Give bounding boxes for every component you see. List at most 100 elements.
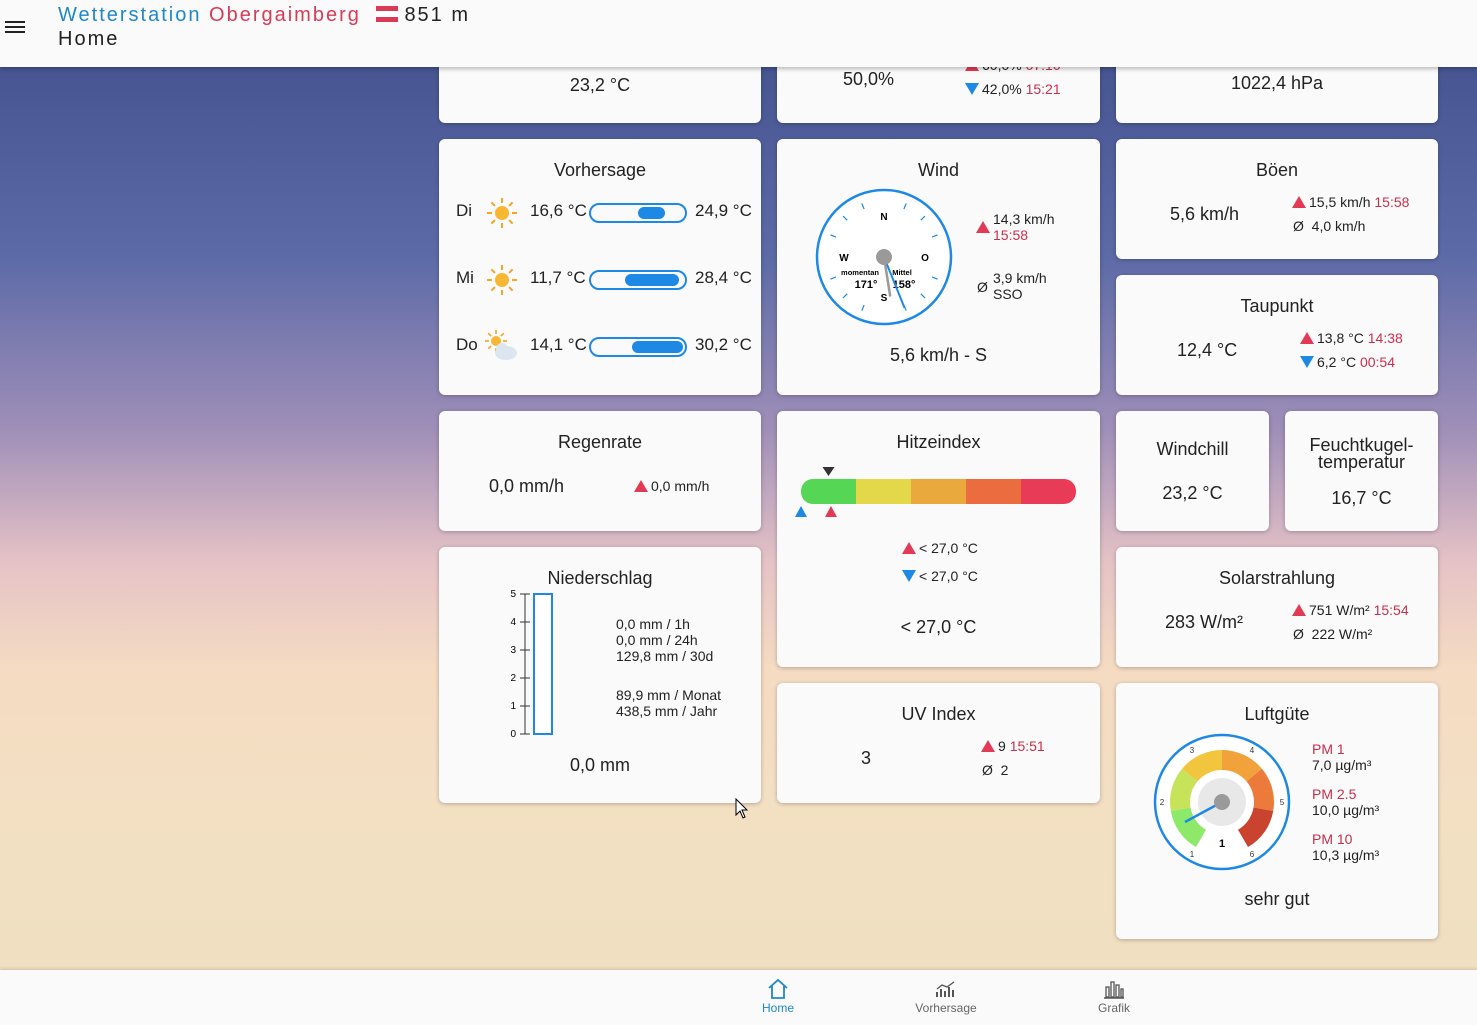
forecast-range-bar (589, 337, 687, 357)
pm1-label: PM 1 (1312, 741, 1345, 757)
forecast-max: 24,9 °C (695, 201, 752, 220)
humidity-min: 42,0% 15:21 (965, 81, 1061, 97)
forecast-row: Mi 11,7 °C 28,4 °C (439, 260, 761, 300)
forecast-card[interactable]: Vorhersage Di 16,6 °C 24,9 °C Mi 11,7 °C 28,4… (439, 139, 761, 395)
precipitation-gauge: 5 4 3 2 1 0 (510, 589, 553, 740)
dewpoint-card[interactable]: Taupunkt 12,4 °C 13,8 °C 14:38 6,2 °C 00… (1116, 275, 1438, 395)
airquality-title: Luftgüte (1244, 704, 1310, 724)
forecast-min: 11,7 °C (530, 268, 586, 287)
precip-stats: 0,0 mm / 1h 0,0 mm / 24h 129,8 mm / 30d … (616, 616, 721, 719)
home-icon (768, 978, 788, 999)
aq-gauge-tick: 1 (1190, 850, 1195, 859)
label-current: momentan (841, 268, 879, 277)
nav-charts[interactable]: Grafik (1069, 978, 1159, 1015)
gusts-title: Böen (1255, 160, 1299, 180)
uv-card[interactable]: UV Index 3 9 15:51 Ø 2 (777, 683, 1100, 803)
gusts-avg: Ø 4,0 km/h (1293, 218, 1366, 234)
windchill-card[interactable]: Windchill 23,2 °C (1116, 411, 1269, 531)
pm25-value: 10,0 µg/m³ (1312, 802, 1380, 818)
menu-icon[interactable] (5, 18, 25, 34)
forecast-range-fill (624, 274, 679, 286)
aq-gauge-tick: 4 (1250, 746, 1255, 755)
nav-forecast[interactable]: Vorhersage (901, 978, 991, 1015)
temperature-value: 23,2 °C (569, 75, 631, 95)
forecast-chart-icon (936, 981, 955, 997)
dewpoint-max: 13,8 °C 14:38 (1300, 330, 1403, 346)
airquality-gauge-value: 1 (1219, 838, 1225, 850)
title-part-1: Wetterstation (58, 4, 202, 26)
compass-s: S (881, 293, 888, 304)
nav-home[interactable]: Home (733, 978, 823, 1015)
bottom-navigation: Home Vorhersage Grafik (0, 970, 1477, 1025)
uv-avg: Ø 2 (982, 762, 1009, 778)
forecast-day: Di (456, 201, 473, 220)
pm10-value: 10,3 µg/m³ (1312, 847, 1380, 863)
wind-avg: Ø 3,9 km/h SSO (977, 270, 1047, 302)
station-title: Wetterstation Obergaimberg 851 m (58, 4, 470, 27)
precip-year: 438,5 mm / Jahr (616, 703, 718, 719)
sun-icon (484, 262, 520, 298)
precipitation-card[interactable]: Niederschlag 5 4 3 2 1 0 0,0 mm / 1h 0,0 mm /… (439, 547, 761, 803)
precip-axis-tick: 4 (510, 617, 516, 628)
gusts-max: 15,5 km/h 15:58 (1292, 194, 1409, 210)
wetbulb-value: 16,7 °C (1331, 488, 1392, 508)
app-bar: Wetterstation Obergaimberg 851 m Home (0, 0, 1477, 67)
solar-card[interactable]: Solarstrahlung 283 W/m² 751 W/m² 15:54 Ø… (1116, 547, 1438, 667)
title-part-2: Obergaimberg (209, 4, 361, 26)
solar-max: 751 W/m² 15:54 (1292, 602, 1409, 618)
forecast-row: Do 14,1 °C 30,2 °C (439, 327, 761, 367)
page-title: Home (58, 28, 120, 50)
precipitation-value: 0,0 mm (569, 755, 630, 775)
gusts-value: 5,6 km/h (1170, 204, 1240, 224)
humidity-value: 50,0% (843, 69, 895, 89)
forecast-range-bar (589, 203, 687, 223)
forecast-min: 14,1 °C (530, 335, 587, 354)
dewpoint-title: Taupunkt (1240, 296, 1314, 316)
aq-gauge-tick: 3 (1190, 746, 1195, 755)
pressure-value: 1022,4 hPa (1230, 73, 1324, 93)
compass-w: W (839, 253, 849, 264)
precip-1h: 0,0 mm / 1h (616, 616, 690, 632)
wind-title: Wind (917, 160, 959, 180)
pm25-label: PM 2.5 (1312, 786, 1357, 802)
dir-current: 171° (855, 279, 878, 291)
windchill-title: Windchill (1156, 439, 1229, 459)
heatindex-card[interactable]: Hitzeindex < 27,0 °C < 27,0 °C < 27,0 °C (777, 411, 1100, 667)
forecast-min: 16,6 °C (530, 201, 587, 220)
forecast-max: 30,2 °C (695, 335, 752, 354)
austria-flag-icon (376, 6, 399, 22)
wind-card[interactable]: Wind N O S W momentan Mittel 171° 158° 1… (777, 139, 1100, 395)
precip-month: 89,9 mm / Monat (616, 687, 722, 703)
forecast-range-bar (589, 270, 687, 290)
heatindex-scale (795, 467, 1076, 517)
wetbulb-card[interactable]: Feuchtkugel- temperatur 16,7 °C (1285, 411, 1438, 531)
precip-24h: 0,0 mm / 24h (616, 632, 698, 648)
forecast-day: Do (456, 335, 478, 354)
heatindex-value: < 27,0 °C (900, 617, 977, 637)
compass-n: N (880, 212, 887, 223)
heatindex-min: < 27,0 °C (902, 568, 978, 584)
pm1-value: 7,0 µg/m³ (1312, 757, 1372, 773)
precip-axis-tick: 5 (510, 589, 516, 600)
rainrate-card[interactable]: Regenrate 0,0 mm/h 0,0 mm/h (439, 411, 761, 531)
heatindex-title: Hitzeindex (896, 432, 981, 452)
pm10-label: PM 10 (1312, 831, 1353, 847)
rainrate-max: 0,0 mm/h (634, 478, 709, 494)
precip-axis-tick: 2 (510, 673, 516, 684)
precip-axis-tick: 1 (510, 701, 516, 712)
precipitation-title: Niederschlag (547, 568, 653, 588)
mouse-cursor-icon (735, 798, 749, 819)
wind-summary: 5,6 km/h - S (889, 345, 988, 365)
wind-max: 14,3 km/h 15:58 (976, 211, 1054, 243)
dewpoint-value: 12,4 °C (1177, 340, 1238, 360)
airquality-card[interactable]: Luftgüte 1 2 3 4 5 6 1 PM 1 7,0 µg/m³ PM 2.5 … (1116, 683, 1438, 939)
uv-value: 3 (861, 748, 872, 768)
aq-gauge-tick: 5 (1280, 798, 1285, 807)
rainrate-title: Regenrate (557, 432, 643, 452)
forecast-title: Vorhersage (553, 160, 647, 180)
aq-gauge-tick: 2 (1160, 798, 1165, 807)
heatindex-max: < 27,0 °C (902, 540, 978, 556)
sun-cloud-icon (484, 329, 520, 365)
airquality-status: sehr gut (1244, 889, 1310, 909)
gusts-card[interactable]: Böen 5,6 km/h 15,5 km/h 15:58 Ø 4,0 km/h (1116, 139, 1438, 259)
